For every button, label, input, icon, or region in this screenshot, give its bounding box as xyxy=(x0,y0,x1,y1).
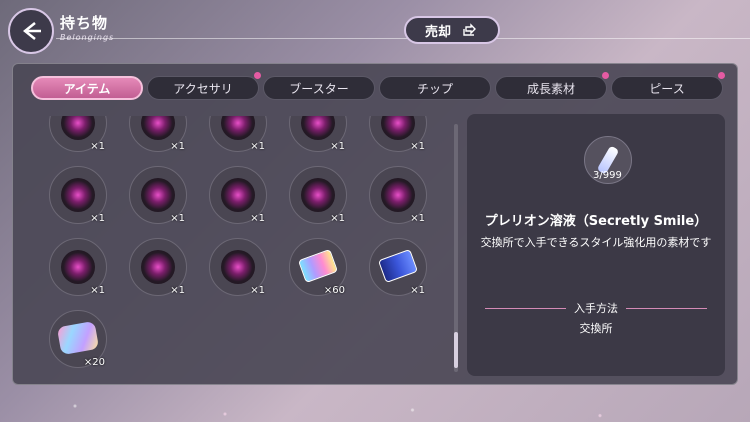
tab-growth-material[interactable]: 成長素材 xyxy=(495,72,609,100)
tab-accessory[interactable]: アクセサリ xyxy=(147,72,261,100)
arrow-left-icon xyxy=(22,22,41,40)
sell-label: 売却 xyxy=(424,24,451,40)
item-detail-panel: 3/999 プレリオン溶液（Secretly Smile） 交換所で入手できるス… xyxy=(467,114,725,376)
export-icon xyxy=(463,23,476,36)
item-count: ×1 xyxy=(250,141,265,152)
tab-label: ブースター xyxy=(289,81,349,96)
header-divider xyxy=(56,38,750,39)
divider xyxy=(485,307,566,309)
item-count: ×1 xyxy=(410,141,425,152)
divider xyxy=(626,307,707,309)
item-slot[interactable]: ×1 xyxy=(49,116,107,152)
dark-orb-icon xyxy=(381,178,415,212)
item-slot[interactable]: ×1 xyxy=(369,116,427,152)
item-count: ×1 xyxy=(170,213,185,224)
item-slot[interactable]: ×1 xyxy=(369,238,427,296)
sell-button[interactable]: 売却 xyxy=(404,16,500,44)
dark-orb-icon xyxy=(301,178,335,212)
tab-label: チップ xyxy=(416,81,453,96)
category-tabs: アイテム アクセサリ ブースター チップ 成長素材 ピース xyxy=(31,72,725,100)
back-button[interactable] xyxy=(8,8,54,54)
acquisition-label: 入手方法 xyxy=(574,302,618,315)
tab-booster[interactable]: ブースター xyxy=(263,76,375,100)
item-count: ×1 xyxy=(410,213,425,224)
tab-chip[interactable]: チップ xyxy=(379,76,491,100)
item-owned-count: 3/999 xyxy=(593,170,622,181)
item-slot[interactable]: ×1 xyxy=(129,238,187,296)
item-slot[interactable]: ×1 xyxy=(209,238,267,296)
item-slot[interactable]: ×1 xyxy=(49,238,107,296)
item-count: ×1 xyxy=(170,285,185,296)
item-count: ×1 xyxy=(90,285,105,296)
item-count: ×1 xyxy=(410,285,425,296)
tab-item[interactable]: アイテム xyxy=(31,76,143,100)
notification-badge xyxy=(602,72,609,79)
tab-label: アクセサリ xyxy=(173,81,233,96)
item-name: プレリオン溶液（Secretly Smile） xyxy=(484,214,708,229)
belongings-panel: アイテム アクセサリ ブースター チップ 成長素材 ピース ×1 ×1 ×1 ×1 ×1… xyxy=(12,63,738,385)
item-count: ×1 xyxy=(330,141,345,152)
item-slot[interactable]: ×1 xyxy=(369,166,427,224)
item-slot[interactable]: ×1 xyxy=(49,166,107,224)
page-title: 持ち物 xyxy=(60,14,109,32)
tab-piece[interactable]: ピース xyxy=(611,72,725,100)
item-slot[interactable]: ×1 xyxy=(209,166,267,224)
dark-orb-icon xyxy=(141,178,175,212)
scrollbar[interactable] xyxy=(454,124,458,372)
notification-badge xyxy=(718,72,725,79)
item-slot[interactable]: ×20 xyxy=(49,310,107,368)
tab-label: ピース xyxy=(649,81,685,96)
item-description: 交換所で入手できるスタイル強化用の素材です xyxy=(480,236,712,249)
item-slot[interactable]: ×1 xyxy=(289,166,347,224)
item-count: ×60 xyxy=(323,285,345,296)
item-slot[interactable]: ×1 xyxy=(129,166,187,224)
acquisition-header: 入手方法 xyxy=(485,300,707,316)
item-slot[interactable]: ×1 xyxy=(209,116,267,152)
item-slot[interactable]: ×60 xyxy=(289,238,347,296)
tab-label: アイテム xyxy=(63,81,111,96)
header: 持ち物 Belongings 売却 xyxy=(0,0,750,60)
item-slot[interactable]: ×1 xyxy=(129,116,187,152)
item-count: ×1 xyxy=(90,213,105,224)
item-slot[interactable]: ×1 xyxy=(289,116,347,152)
scroll-thumb[interactable] xyxy=(454,332,458,368)
item-count: ×1 xyxy=(250,213,265,224)
item-grid: ×1 ×1 ×1 ×1 ×1 ×1 ×1 ×1 ×1 ×1 ×1 ×1 ×1 ×60 ×1 ×20 xyxy=(49,116,449,374)
item-count: ×1 xyxy=(250,285,265,296)
dark-orb-icon xyxy=(61,250,95,284)
item-count: ×1 xyxy=(170,141,185,152)
tab-label: 成長素材 xyxy=(526,81,575,96)
acquisition-source: 交換所 xyxy=(579,322,613,335)
notification-badge xyxy=(254,72,261,79)
dark-orb-icon xyxy=(141,250,175,284)
item-count: ×1 xyxy=(330,213,345,224)
dark-orb-icon xyxy=(221,178,255,212)
item-count: ×20 xyxy=(83,357,105,368)
item-count: ×1 xyxy=(90,141,105,152)
dark-orb-icon xyxy=(61,178,95,212)
dark-orb-icon xyxy=(221,250,255,284)
